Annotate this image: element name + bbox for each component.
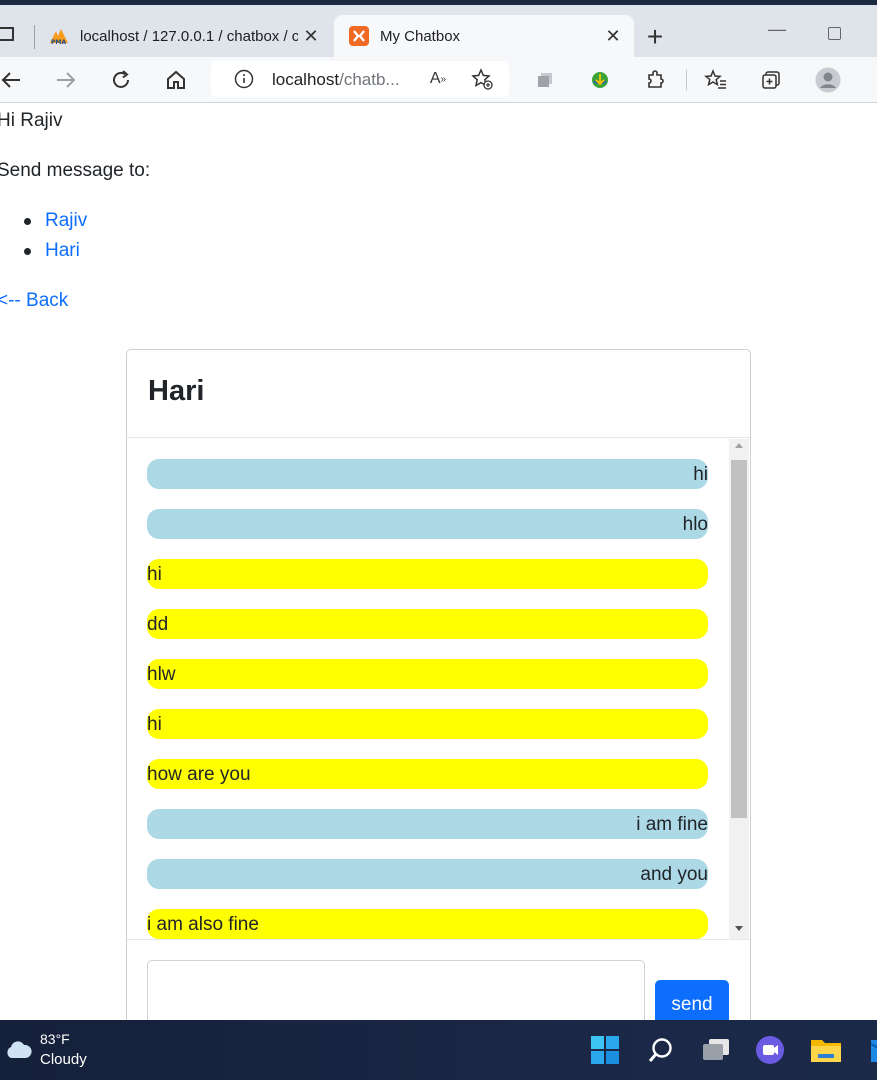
tab-my-chatbox[interactable]: My Chatbox ✕ — [334, 15, 634, 57]
collections-add-icon[interactable] — [756, 65, 786, 95]
list-item: Hari — [24, 236, 87, 266]
greeting-text: Hi Rajiv — [0, 110, 63, 131]
chat-message-recv: i am also fine — [147, 909, 708, 939]
scroll-up-arrow-icon[interactable] — [735, 443, 743, 448]
xampp-icon — [348, 25, 370, 47]
svg-text:PMA: PMA — [51, 39, 66, 45]
profile-avatar-icon[interactable] — [813, 65, 843, 95]
address-bar[interactable]: localhost/chatb... A» — [211, 61, 509, 97]
page-content: Hi Rajiv Send message to: Rajiv Hari <--… — [0, 104, 877, 1069]
tab-title: My Chatbox — [380, 27, 461, 45]
file-explorer-icon[interactable] — [810, 1034, 842, 1066]
chat-message-recv: dd — [147, 609, 708, 639]
chat-card: Hari hi hlo hi dd hlw hi how are you i am fine a… — [126, 349, 751, 1069]
tab-bar: PMA localhost / 127.0.0.1 / chatbox / c … — [0, 5, 877, 57]
read-aloud-icon[interactable]: A» — [423, 64, 453, 94]
close-icon[interactable]: ✕ — [298, 26, 324, 47]
scrollbar-thumb[interactable] — [731, 460, 747, 818]
user-link-hari[interactable]: Hari — [45, 240, 80, 261]
windows-start-icon[interactable] — [589, 1034, 621, 1066]
search-icon[interactable] — [645, 1034, 677, 1066]
info-icon[interactable] — [229, 64, 259, 94]
maximize-icon[interactable] — [828, 27, 841, 40]
url-text: localhost/chatb... — [272, 70, 400, 89]
minimize-icon[interactable]: — — [768, 19, 786, 49]
collections-icon[interactable] — [530, 65, 560, 95]
send-message-label: Send message to: — [0, 160, 151, 181]
chat-message-recv: hi — [147, 709, 708, 739]
scrollbar[interactable] — [729, 439, 749, 939]
chat-message-recv: hi — [147, 559, 708, 589]
cloud-icon[interactable] — [4, 1038, 32, 1060]
task-view-icon[interactable] — [700, 1034, 732, 1066]
new-tab-icon[interactable]: + — [640, 22, 670, 52]
chat-icon[interactable] — [754, 1034, 786, 1066]
chat-title: Hari — [148, 375, 205, 407]
chat-message-sent: hi — [147, 459, 708, 489]
extensions-icon[interactable] — [641, 65, 671, 95]
user-list: Rajiv Hari — [24, 206, 87, 266]
chat-message-recv: how are you — [147, 759, 708, 789]
weather-description[interactable]: Cloudy — [40, 1051, 87, 1068]
favorites-icon[interactable] — [701, 65, 731, 95]
tab-title: localhost / 127.0.0.1 / chatbox / c — [80, 27, 298, 45]
back-arrow-icon[interactable] — [0, 65, 26, 95]
mail-icon[interactable] — [862, 1034, 877, 1066]
chat-message-sent: i am fine — [147, 809, 708, 839]
forward-arrow-icon[interactable] — [51, 65, 81, 95]
refresh-icon[interactable] — [106, 65, 136, 95]
close-icon[interactable]: ✕ — [600, 26, 626, 47]
add-favorite-icon[interactable] — [467, 64, 497, 94]
scroll-down-arrow-icon[interactable] — [735, 926, 743, 931]
home-icon[interactable] — [161, 65, 191, 95]
tab-actions-icon[interactable] — [0, 27, 14, 41]
bullet-icon — [24, 248, 31, 255]
chat-header: Hari — [127, 350, 750, 438]
back-link[interactable]: <-- Back — [0, 286, 68, 316]
weather-temperature[interactable]: 83°F — [40, 1031, 70, 1047]
bullet-icon — [24, 218, 31, 225]
list-item: Rajiv — [24, 206, 87, 236]
download-manager-icon[interactable] — [585, 65, 615, 95]
taskbar: 83°F Cloudy — [0, 1020, 877, 1080]
user-link-rajiv[interactable]: Rajiv — [45, 210, 87, 231]
chat-message-recv: hlw — [147, 659, 708, 689]
message-list[interactable]: hi hlo hi dd hlw hi how are you i am fine and yo… — [127, 439, 750, 939]
chat-message-sent: and you — [147, 859, 708, 889]
chat-message-sent: hlo — [147, 509, 708, 539]
tab-phpmyadmin[interactable]: PMA localhost / 127.0.0.1 / chatbox / c … — [34, 15, 332, 57]
browser-toolbar: localhost/chatb... A» — [0, 57, 877, 103]
phpmyadmin-icon: PMA — [48, 25, 70, 47]
toolbar-divider — [686, 70, 687, 90]
